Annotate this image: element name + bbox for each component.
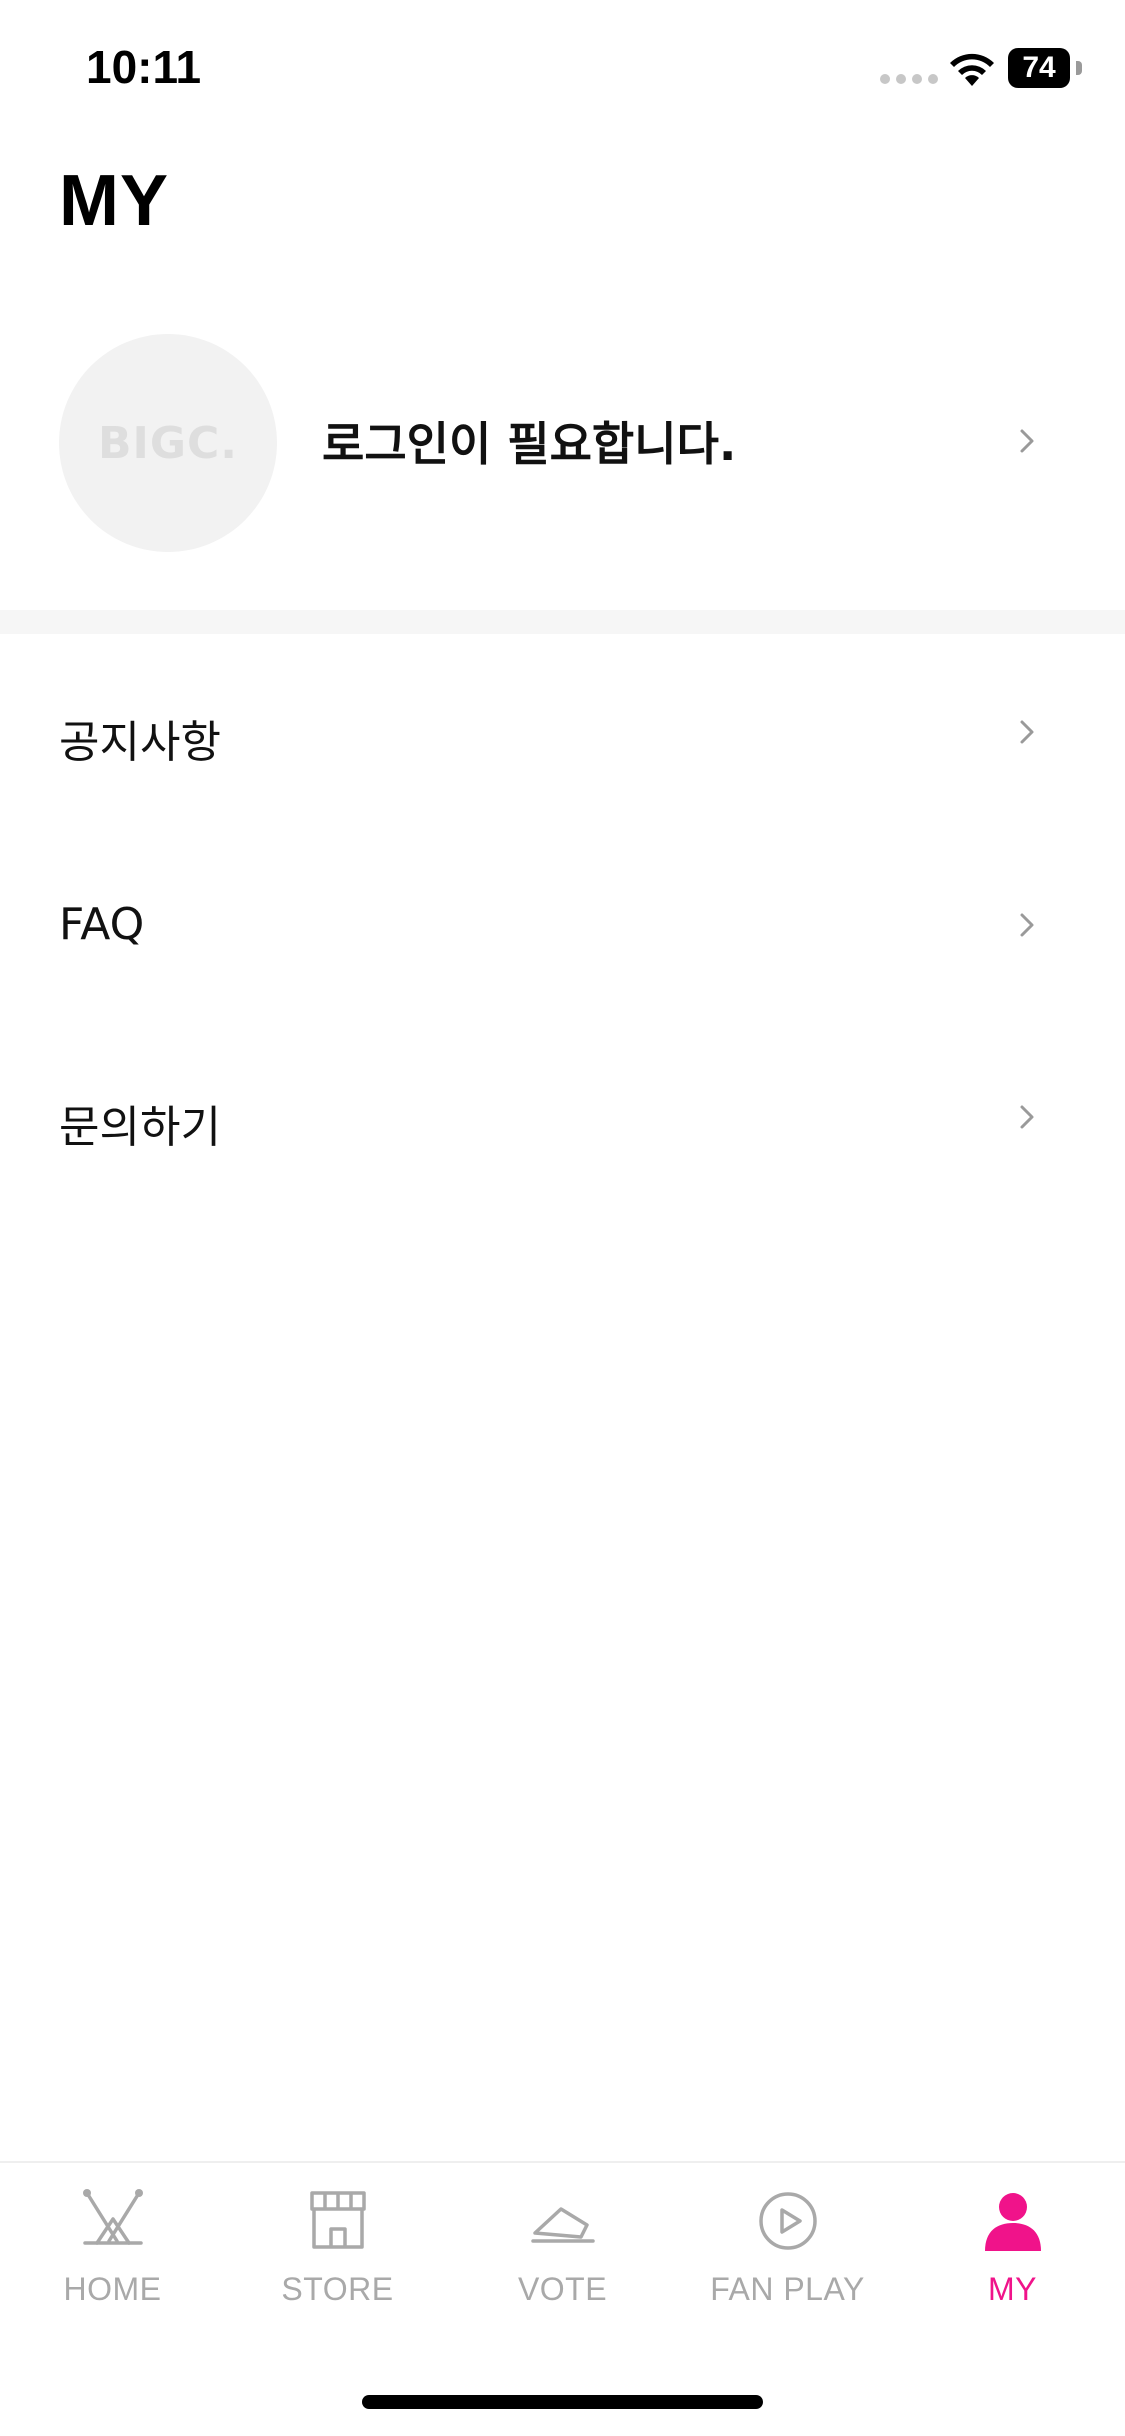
tab-home[interactable]: HOME	[0, 2185, 225, 2335]
tab-label: HOME	[63, 2271, 162, 2307]
status-bar: 10:11 74	[0, 0, 1125, 140]
chevron-right-icon	[1012, 426, 1042, 456]
menu-item-notice[interactable]: 공지사항	[0, 660, 1125, 800]
menu-item-label: FAQ	[59, 899, 145, 950]
tab-label: MY	[988, 2271, 1037, 2307]
tab-label: VOTE	[517, 2271, 608, 2307]
vote-ticket-icon	[527, 2185, 599, 2257]
home-indicator[interactable]	[362, 2395, 763, 2409]
menu-item-label: 공지사항	[59, 717, 221, 768]
avatar-logo: BIGC.	[97, 417, 239, 469]
tab-label: FAN PLAY	[710, 2271, 865, 2307]
tab-my[interactable]: MY	[900, 2185, 1125, 2335]
menu-item-faq[interactable]: FAQ	[0, 853, 1125, 993]
tab-store[interactable]: STORE	[225, 2185, 450, 2335]
chevron-right-icon	[1012, 1102, 1042, 1132]
page-title: MY	[59, 161, 169, 241]
tab-label: STORE	[281, 2271, 394, 2307]
home-icon	[77, 2185, 149, 2257]
play-icon	[752, 2185, 824, 2257]
section-divider	[0, 610, 1125, 634]
menu-item-label: 문의하기	[59, 1102, 221, 1153]
battery-icon: 74	[1008, 48, 1082, 88]
status-time: 10:11	[86, 41, 202, 93]
battery-level: 74	[1008, 48, 1070, 88]
avatar: BIGC.	[59, 334, 277, 552]
menu-item-inquiry[interactable]: 문의하기	[0, 1045, 1125, 1185]
login-prompt: 로그인이 필요합니다.	[322, 417, 737, 471]
tab-vote[interactable]: VOTE	[450, 2185, 675, 2335]
cellular-signal-icon	[880, 74, 938, 84]
tab-fan-play[interactable]: FAN PLAY	[675, 2185, 900, 2335]
login-profile-row[interactable]: BIGC. 로그인이 필요합니다.	[0, 330, 1125, 552]
store-icon	[302, 2185, 374, 2257]
chevron-right-icon	[1012, 717, 1042, 747]
wifi-icon	[946, 48, 998, 88]
person-icon	[977, 2185, 1049, 2257]
chevron-right-icon	[1012, 910, 1042, 940]
